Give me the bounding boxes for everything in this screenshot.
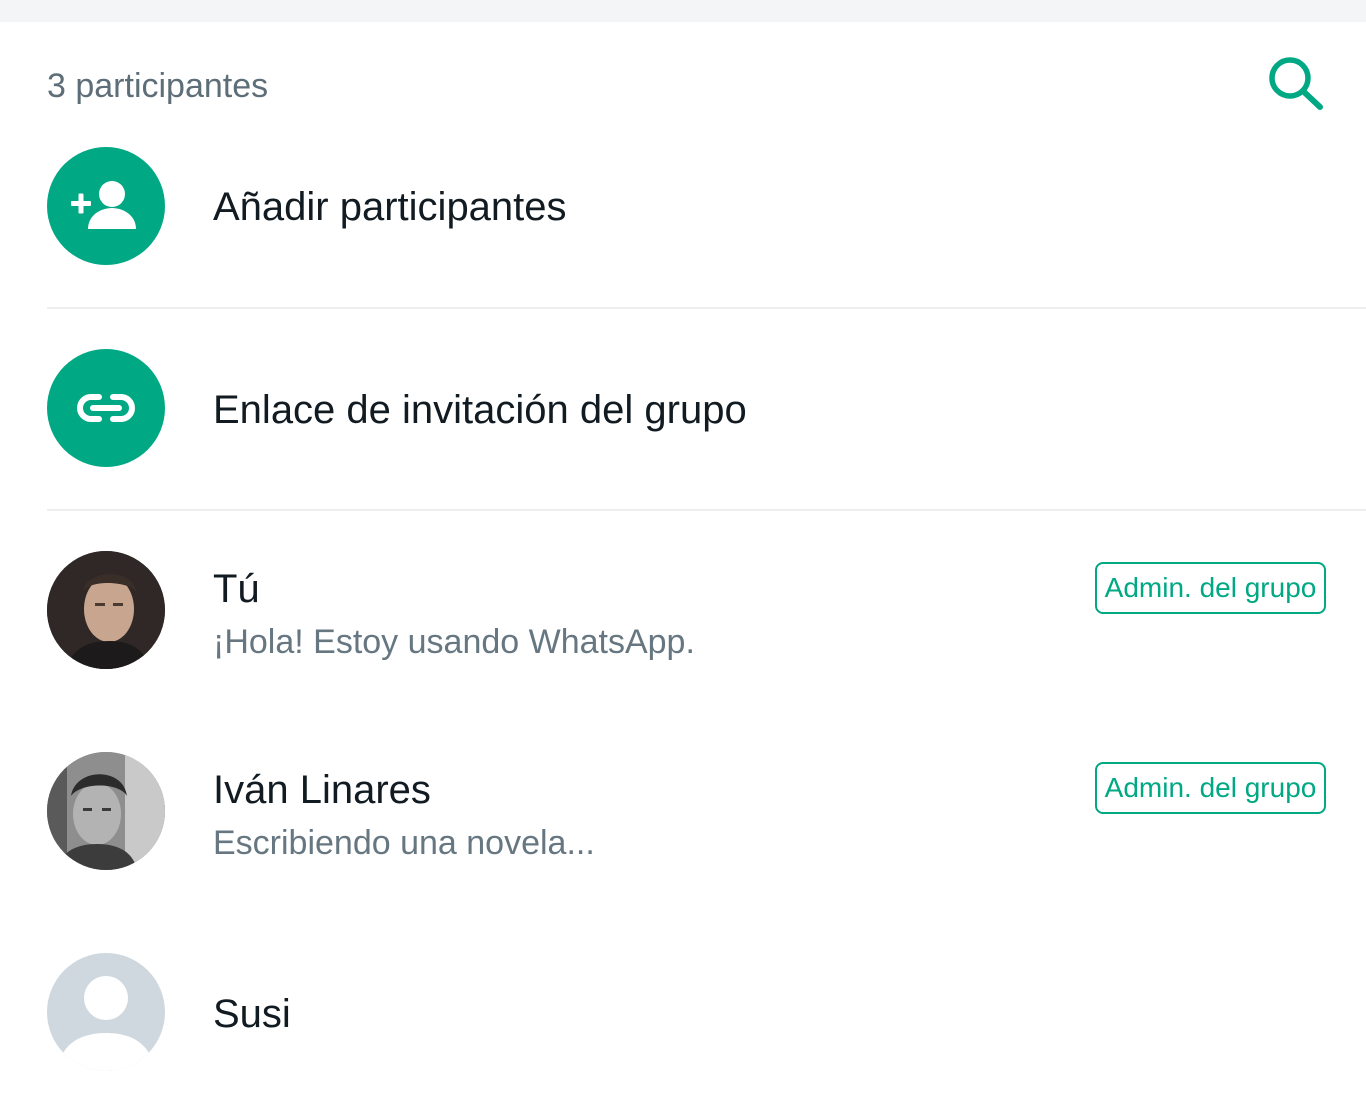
user-photo	[47, 551, 165, 669]
participant-status: ¡Hola! Estoy usando WhatsApp.	[213, 623, 695, 661]
user-photo-bw	[47, 752, 165, 870]
default-avatar	[47, 953, 165, 1071]
participant-row[interactable]: Iván Linares Escribiendo una novela... A…	[0, 711, 1366, 911]
participant-status: Escribiendo una novela...	[213, 824, 595, 862]
search-icon	[1269, 57, 1323, 110]
participant-count: 3 participantes	[47, 67, 269, 105]
add-participants-row[interactable]: Añadir participantes	[0, 146, 1366, 308]
avatar	[47, 551, 165, 669]
status-bar-strip	[0, 0, 1366, 22]
participant-name: Tú	[213, 567, 260, 611]
default-avatar-icon	[61, 976, 151, 1071]
admin-badge: Admin. del grupo	[1095, 562, 1326, 614]
invite-link-label: Enlace de invitación del grupo	[213, 388, 747, 432]
add-person-icon	[71, 181, 136, 229]
add-participants-avatar	[47, 147, 165, 265]
search-button[interactable]	[1262, 52, 1328, 112]
invite-link-row[interactable]: Enlace de invitación del grupo	[0, 309, 1366, 509]
admin-badge: Admin. del grupo	[1095, 762, 1326, 814]
invite-link-avatar	[47, 349, 165, 467]
participants-header: 3 participantes	[0, 22, 1366, 146]
participant-row[interactable]: Tú ¡Hola! Estoy usando WhatsApp. Admin. …	[0, 511, 1366, 711]
add-participants-label: Añadir participantes	[213, 185, 567, 229]
participant-name: Susi	[213, 992, 291, 1036]
avatar	[47, 752, 165, 870]
participant-row[interactable]: Susi	[0, 911, 1366, 1111]
participant-name: Iván Linares	[213, 768, 431, 812]
link-icon	[77, 394, 135, 422]
